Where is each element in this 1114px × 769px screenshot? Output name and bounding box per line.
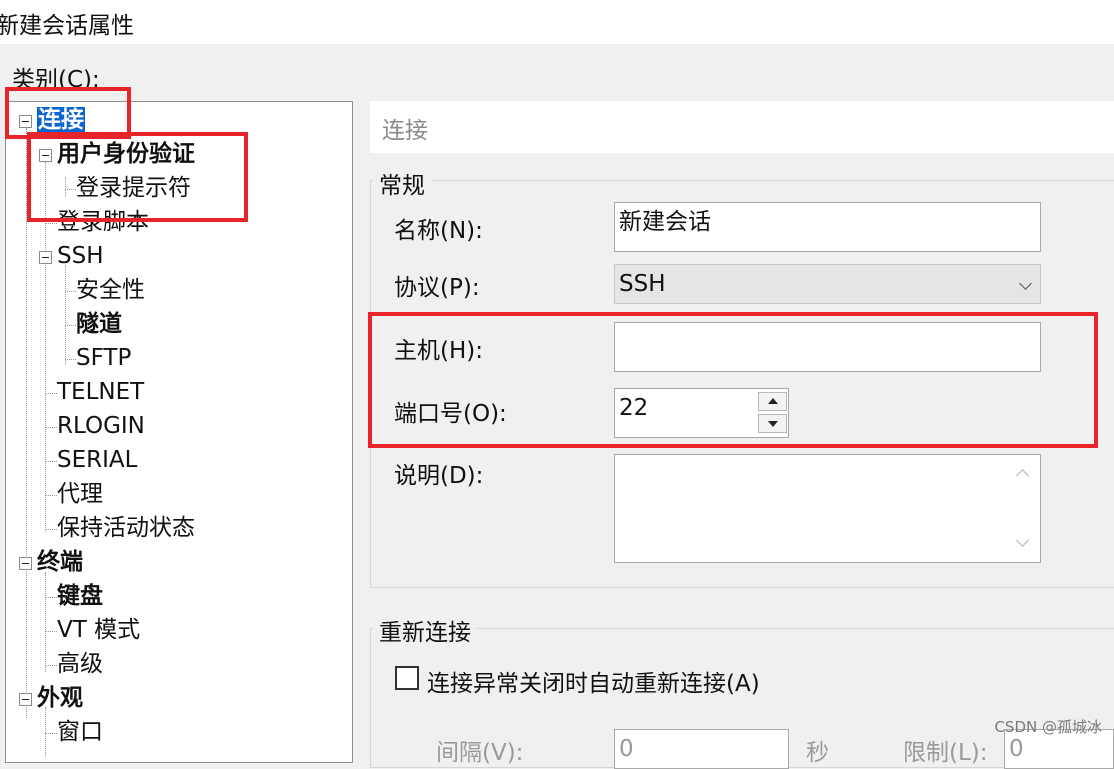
tree-item-label: SFTP <box>76 345 132 371</box>
tree-item-terminal[interactable]: 终端 <box>37 546 83 578</box>
seconds-label: 秒 <box>806 740 829 766</box>
tree-item-serial[interactable]: SERIAL <box>57 444 137 476</box>
tree-item-window[interactable]: 窗口 <box>57 716 103 748</box>
tree-item-keepalive[interactable]: 保持活动状态 <box>57 512 195 544</box>
auto-reconnect-checkbox[interactable] <box>395 666 419 690</box>
tree-item-label: 安全性 <box>76 277 145 303</box>
tree-item-label: 隧道 <box>76 311 122 337</box>
protocol-select-value: SSH <box>619 271 666 297</box>
tree-line <box>45 733 57 734</box>
tree-line <box>65 291 76 292</box>
tree-item-label: VT 模式 <box>57 617 141 643</box>
tree-item-label: 终端 <box>37 549 83 575</box>
tree-line <box>65 325 76 326</box>
tree-item-proxy[interactable]: 代理 <box>57 478 103 510</box>
window-titlebar: 新建会话属性 <box>0 0 1114 44</box>
panel-title: 连接 <box>382 118 428 144</box>
tree-item-label: RLOGIN <box>57 413 145 439</box>
tree-line <box>45 529 57 530</box>
protocol-label: 协议(P): <box>394 275 480 301</box>
description-field[interactable] <box>614 454 1041 563</box>
collapse-toggle-icon[interactable] <box>19 557 32 570</box>
interval-label: 间隔(V): <box>436 740 524 766</box>
panel-header: 连接 <box>370 101 1114 153</box>
tree-item-label: SERIAL <box>57 447 138 473</box>
name-label: 名称(N): <box>394 218 483 244</box>
tree-item-label: TELNET <box>57 379 145 405</box>
limit-label: 限制(L): <box>903 740 988 766</box>
auto-reconnect-label[interactable]: 连接异常关闭时自动重新连接(A) <box>427 664 760 698</box>
tree-item-vt-mode[interactable]: VT 模式 <box>57 614 140 646</box>
tree-item-label: 窗口 <box>57 719 103 745</box>
watermark: CSDN @孤城冰 <box>994 718 1102 736</box>
tree-item-advanced[interactable]: 高级 <box>57 648 103 680</box>
tree-line <box>45 427 57 428</box>
tree-item-label: 外观 <box>37 685 83 711</box>
tree-line <box>45 631 57 632</box>
annotation-box <box>27 132 248 222</box>
tree-item-tunnel[interactable]: 隧道 <box>76 308 122 340</box>
annotation-box <box>368 312 1098 448</box>
tree-item-telnet[interactable]: TELNET <box>57 376 144 408</box>
tree-line <box>45 393 57 394</box>
tree-item-sftp[interactable]: SFTP <box>76 342 131 374</box>
tree-line <box>45 495 57 496</box>
tree-line <box>45 223 57 224</box>
tree-item-label: 保持活动状态 <box>57 515 195 541</box>
tree-item-label: SSH <box>57 243 104 269</box>
tree-line <box>45 665 57 666</box>
protocol-select[interactable]: SSH <box>614 264 1041 304</box>
general-group-title: 常规 <box>373 166 431 200</box>
interval-field[interactable]: 0 <box>614 729 789 769</box>
tree-item-ssh[interactable]: SSH <box>57 240 104 272</box>
collapse-toggle-icon[interactable] <box>19 693 32 706</box>
reconnect-group-title: 重新连接 <box>373 613 477 647</box>
tree-line <box>65 265 66 365</box>
tree-item-label: 代理 <box>57 481 103 507</box>
window-title: 新建会话属性 <box>0 13 134 39</box>
tree-line <box>45 597 57 598</box>
chevron-down-icon <box>1019 277 1032 290</box>
name-field[interactable]: 新建会话 <box>614 202 1041 252</box>
tree-item-security[interactable]: 安全性 <box>76 274 145 306</box>
tree-item-rlogin[interactable]: RLOGIN <box>57 410 145 442</box>
tree-item-label: 高级 <box>57 651 103 677</box>
tree-item-keyboard[interactable]: 键盘 <box>57 580 103 612</box>
description-label: 说明(D): <box>394 463 484 489</box>
tree-line <box>65 359 76 360</box>
collapse-toggle-icon[interactable] <box>39 251 52 264</box>
tree-line <box>45 707 46 757</box>
tree-item-label: 键盘 <box>57 583 103 609</box>
tree-item-appearance[interactable]: 外观 <box>37 682 83 714</box>
tree-line <box>45 572 46 672</box>
tree-line <box>45 461 57 462</box>
